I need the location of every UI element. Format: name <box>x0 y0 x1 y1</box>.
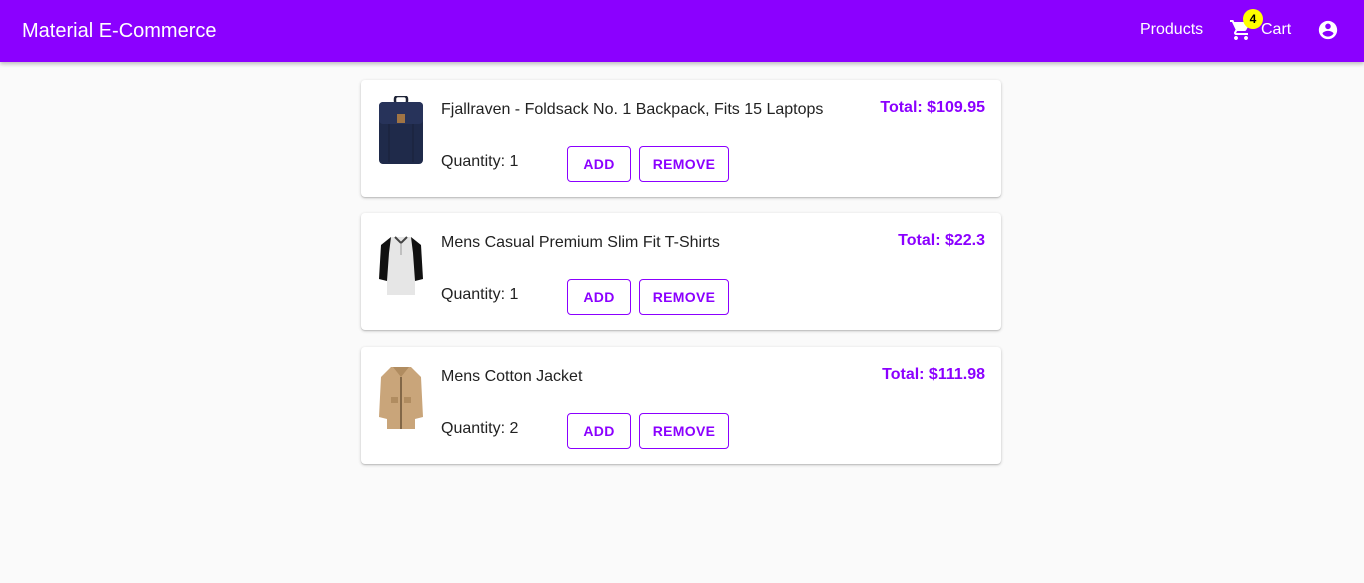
app-bar: Material E-Commerce Products 4 Cart <box>0 0 1364 62</box>
cart-label[interactable]: Cart <box>1261 21 1291 39</box>
products-link[interactable]: Products <box>1140 20 1203 40</box>
item-total: Total: $22.3 <box>898 232 985 249</box>
backpack-image <box>377 96 425 166</box>
remove-button[interactable]: REMOVE <box>639 146 729 182</box>
item-total: Total: $109.95 <box>880 99 985 116</box>
brand-title[interactable]: Material E-Commerce <box>22 18 216 44</box>
jacket-image <box>377 363 425 433</box>
item-total: Total: $111.98 <box>882 366 985 383</box>
item-quantity: Quantity: 1 <box>441 153 519 170</box>
item-quantity: Quantity: 1 <box>441 286 519 303</box>
add-button[interactable]: ADD <box>567 413 631 449</box>
add-button[interactable]: ADD <box>567 279 631 315</box>
account-circle-icon[interactable] <box>1317 19 1339 41</box>
shopping-cart-icon[interactable]: 4 <box>1229 9 1263 42</box>
item-quantity: Quantity: 2 <box>441 420 519 437</box>
cart-count-badge: 4 <box>1243 9 1263 29</box>
cart-item-card: Mens Cotton Jacket Total: $111.98 Quanti… <box>361 347 1001 464</box>
item-title: Mens Cotton Jacket <box>441 368 583 385</box>
cart-item-card: Mens Casual Premium Slim Fit T-Shirts To… <box>361 213 1001 330</box>
item-title: Fjallraven - Foldsack No. 1 Backpack, Fi… <box>441 101 824 118</box>
remove-button[interactable]: REMOVE <box>639 413 729 449</box>
item-title: Mens Casual Premium Slim Fit T-Shirts <box>441 234 720 251</box>
cart-link[interactable]: 4 Cart <box>1229 9 1291 42</box>
cart-item-card: Fjallraven - Foldsack No. 1 Backpack, Fi… <box>361 80 1001 197</box>
remove-button[interactable]: REMOVE <box>639 279 729 315</box>
add-button[interactable]: ADD <box>567 146 631 182</box>
tshirt-image <box>377 229 425 299</box>
